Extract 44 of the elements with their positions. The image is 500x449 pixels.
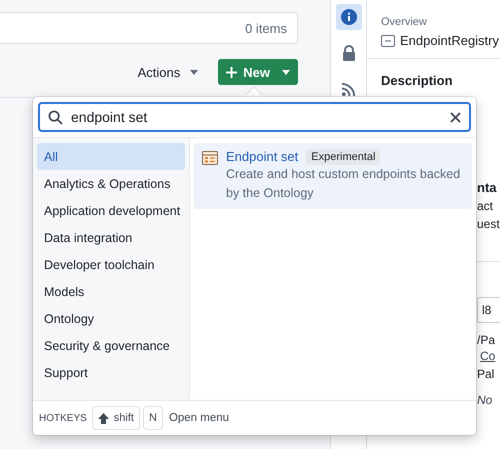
category-item[interactable]: Support xyxy=(37,359,185,386)
category-item[interactable]: Analytics & Operations xyxy=(37,170,185,197)
category-item[interactable]: Security & governance xyxy=(37,332,185,359)
section-heading: Description xyxy=(380,72,454,88)
key-cap: shift xyxy=(92,406,140,430)
text: /Pa xyxy=(477,333,496,347)
hotkeys-label: HOTKEYS xyxy=(39,412,87,424)
feed-icon xyxy=(341,82,356,96)
section-label: Overview xyxy=(381,16,428,28)
status-tag: Experimental xyxy=(306,148,380,164)
search-input[interactable]: endpoint set xyxy=(71,109,442,125)
category-item[interactable]: Data integration xyxy=(37,224,185,251)
search-icon xyxy=(48,110,63,124)
result-title: Endpoint set xyxy=(226,149,298,164)
endpoint-icon xyxy=(202,151,218,165)
hotkey-description: Open menu xyxy=(168,412,230,424)
category-item[interactable]: All xyxy=(37,143,185,170)
text: Pal xyxy=(477,367,496,381)
link[interactable]: Co xyxy=(477,349,500,363)
category-item[interactable]: Ontology xyxy=(37,305,185,332)
sidebar-tab[interactable] xyxy=(336,4,362,30)
arrow-up-icon xyxy=(98,412,109,424)
actions-button[interactable]: Actions xyxy=(138,64,198,80)
key-cap: N xyxy=(142,406,163,430)
text: uest xyxy=(477,217,500,231)
result-description: Create and host custom endpoints backed by the Ontology xyxy=(226,166,462,202)
caret-icon xyxy=(282,70,290,74)
plus-icon xyxy=(226,66,238,78)
resource-name: EndpointRegistry xyxy=(400,33,499,48)
search-field[interactable]: endpoint set xyxy=(38,102,471,132)
category-item[interactable]: Developer toolchain xyxy=(37,251,185,278)
lock-icon xyxy=(342,45,356,61)
section-heading: nta xyxy=(477,180,498,195)
category-item[interactable]: Models xyxy=(37,278,185,305)
item-count: 0 items xyxy=(245,20,287,36)
text: No xyxy=(477,393,494,407)
caret-icon xyxy=(190,70,198,74)
text-field[interactable]: l8 xyxy=(477,297,500,323)
text: act xyxy=(477,199,494,213)
result-item[interactable]: Endpoint set Experimental Create and host custom endpoints backed by the Ontology xyxy=(194,143,472,209)
info-icon xyxy=(340,9,356,25)
category-item[interactable]: Application development xyxy=(37,197,185,224)
new-button[interactable]: New xyxy=(218,59,298,85)
close-icon[interactable] xyxy=(450,112,461,122)
